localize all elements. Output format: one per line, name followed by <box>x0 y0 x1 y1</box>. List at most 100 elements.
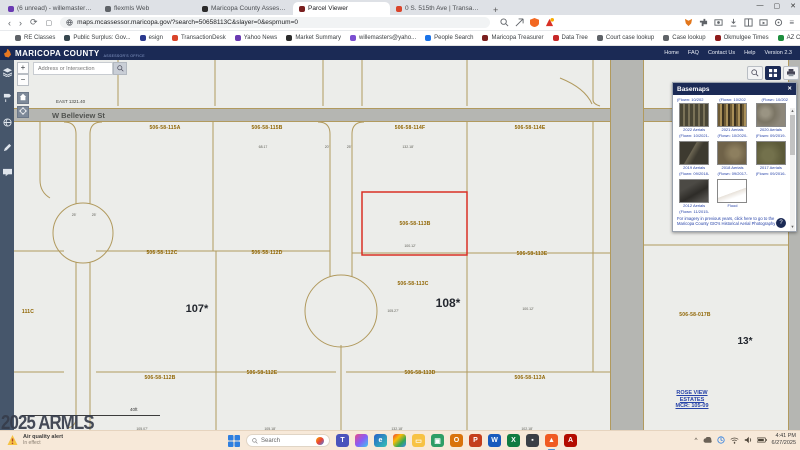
find-parcel-button[interactable] <box>747 66 763 80</box>
bookmark-item[interactable]: Court case lookup <box>597 35 654 41</box>
zoom-out-button[interactable]: − <box>17 74 29 86</box>
header-link[interactable]: Contact Us <box>708 50 735 56</box>
home-button[interactable] <box>17 92 29 104</box>
tray-chevron-icon[interactable]: ^ <box>694 437 697 444</box>
map-search-box[interactable] <box>33 62 113 75</box>
basemap-option[interactable]: 2019 Aerials(Flown: 09/2018- <box>677 141 711 176</box>
zoom-in-button[interactable]: + <box>17 62 29 74</box>
photos-taskbar-icon[interactable]: ▣ <box>431 434 444 447</box>
basemap-thumbnail[interactable] <box>679 141 709 165</box>
browser-tab[interactable]: Maricopa County Assessor's Office <box>196 2 293 15</box>
basemap-option[interactable]: Flood <box>715 179 749 214</box>
browser-tab[interactable]: Parcel Viewer <box>293 2 390 15</box>
close-icon[interactable]: ✕ <box>787 86 792 92</box>
word-taskbar-icon[interactable]: W <box>488 434 501 447</box>
browser-tab[interactable]: (6 unread) - willemasters@yahoo.c... <box>2 2 99 15</box>
basemaps-footer-link[interactable]: For imagery in previous years, click her… <box>677 216 788 226</box>
basemap-option[interactable]: 2017 Aerials(Flown: 09/2016- <box>754 141 788 176</box>
media-icon[interactable] <box>759 18 768 27</box>
weather-widget[interactable]: Air quality alert In effect <box>6 434 63 446</box>
bookmark-item[interactable]: Public Surplus: Gov... <box>64 35 130 41</box>
clock[interactable]: 4:41 PM 6/27/2025 <box>772 433 796 447</box>
locate-button[interactable] <box>17 106 29 118</box>
zoom-icon[interactable] <box>500 18 509 27</box>
subdivision-link[interactable]: ROSE VIEWESTATESMCR: 105-09 <box>675 390 708 410</box>
bookmark-item[interactable]: TransactionDesk <box>172 35 226 41</box>
browser-tab[interactable]: flexmls Web <box>99 2 196 15</box>
help-button[interactable]: ? <box>776 218 786 228</box>
basemap-option[interactable]: 2021 Aerials(Flown: 10/2020- <box>715 103 749 138</box>
close-button[interactable]: ✕ <box>790 2 796 10</box>
shield-extension-icon[interactable] <box>530 18 539 27</box>
screenshot-icon[interactable] <box>714 18 723 27</box>
bookmark-item[interactable]: People Search <box>425 35 473 41</box>
new-tab-button[interactable]: + <box>493 5 498 15</box>
basemap-option[interactable]: 2022 Aerials(Flown: 10/2021- <box>677 103 711 138</box>
bookmark-item[interactable]: Market Summary <box>286 35 341 41</box>
back-icon[interactable]: ‹ <box>8 18 11 28</box>
print-button[interactable] <box>783 66 799 80</box>
share-icon[interactable] <box>515 18 524 27</box>
powerpoint-taskbar-icon[interactable]: P <box>469 434 482 447</box>
scroll-up-icon[interactable]: ▲ <box>790 108 795 113</box>
bookmark-item[interactable]: RE Classes <box>15 35 55 41</box>
bookmark-item[interactable]: willemasters@yaho... <box>350 35 416 41</box>
basemaps-button[interactable] <box>765 66 781 80</box>
edge-taskbar-icon[interactable]: e <box>374 434 387 447</box>
download-icon[interactable] <box>729 18 738 27</box>
basemap-thumbnail[interactable] <box>679 179 709 203</box>
sync-icon[interactable] <box>717 436 725 444</box>
copilot-taskbar-icon[interactable] <box>355 434 368 447</box>
basemap-thumbnail[interactable] <box>756 103 786 127</box>
basemap-option[interactable]: 2020 Aerials(Flown: 09/2019- <box>754 103 788 138</box>
bookmark-item[interactable]: Yahoo News <box>235 35 278 41</box>
reload-icon[interactable]: ⟳ <box>30 17 38 28</box>
snipping-taskbar-icon[interactable]: ▪ <box>526 434 539 447</box>
bookmark-item[interactable]: Okmulgee Times <box>715 35 769 41</box>
bookmark-item[interactable]: esign <box>140 35 163 41</box>
browser-tab[interactable]: 0 S. 515th Ave | TransactionDesk <box>390 2 487 15</box>
battery-icon[interactable] <box>757 437 767 443</box>
taskbar-search[interactable]: Search <box>246 434 330 447</box>
speaker-icon[interactable] <box>744 436 752 444</box>
file-explorer-taskbar-icon[interactable]: ▭ <box>412 434 425 447</box>
basemap-thumbnail[interactable] <box>717 179 747 203</box>
bookmark-item[interactable]: AZ Classes <box>778 35 800 41</box>
layers-icon[interactable] <box>3 68 12 77</box>
basemap-globe-icon[interactable] <box>3 118 12 127</box>
chrome-taskbar-icon[interactable] <box>393 434 406 447</box>
header-link[interactable]: FAQ <box>688 50 699 56</box>
onedrive-icon[interactable] <box>703 437 712 444</box>
bookmark-item[interactable]: Data Tree <box>553 35 588 41</box>
teams-taskbar-icon[interactable]: T <box>336 434 349 447</box>
site-info-icon[interactable] <box>66 19 73 26</box>
scroll-down-icon[interactable]: ▼ <box>790 224 795 229</box>
alert-extension-icon[interactable] <box>545 18 554 27</box>
bookmark-item[interactable]: Case lookup <box>663 35 705 41</box>
reading-list-icon[interactable]: ▢ <box>46 19 53 27</box>
brave-taskbar-icon[interactable]: ▲ <box>545 434 558 447</box>
bookmark-item[interactable]: Maricopa Treasurer <box>482 35 543 41</box>
legend-icon[interactable] <box>3 93 12 102</box>
header-link[interactable]: Version 2.3 <box>764 50 792 56</box>
extensions-puzzle-icon[interactable] <box>699 18 708 27</box>
split-view-icon[interactable] <box>744 18 753 27</box>
metamask-icon[interactable] <box>684 18 693 27</box>
wifi-icon[interactable] <box>730 437 739 444</box>
basemap-thumbnail[interactable] <box>679 103 709 127</box>
acrobat-taskbar-icon[interactable]: A <box>564 434 577 447</box>
excel-taskbar-icon[interactable]: X <box>507 434 520 447</box>
map-search-button[interactable] <box>113 62 127 75</box>
outlook-taskbar-icon[interactable]: O <box>450 434 463 447</box>
basemap-option[interactable]: 2012 Aerials(Flown: 11/2015- <box>677 179 711 214</box>
maximize-button[interactable]: ▢ <box>774 2 781 10</box>
basemap-option[interactable]: 2018 Aerials(Flown: 09/2017- <box>715 141 749 176</box>
feedback-icon[interactable] <box>3 168 12 177</box>
basemap-thumbnail[interactable] <box>756 141 786 165</box>
minimize-button[interactable]: — <box>757 2 764 10</box>
menu-icon[interactable]: ≡ <box>789 18 794 27</box>
map-search-input[interactable] <box>38 66 112 72</box>
basemap-thumbnail[interactable] <box>717 141 747 165</box>
scrollbar-thumb[interactable] <box>790 115 795 155</box>
header-link[interactable]: Help <box>744 50 755 56</box>
